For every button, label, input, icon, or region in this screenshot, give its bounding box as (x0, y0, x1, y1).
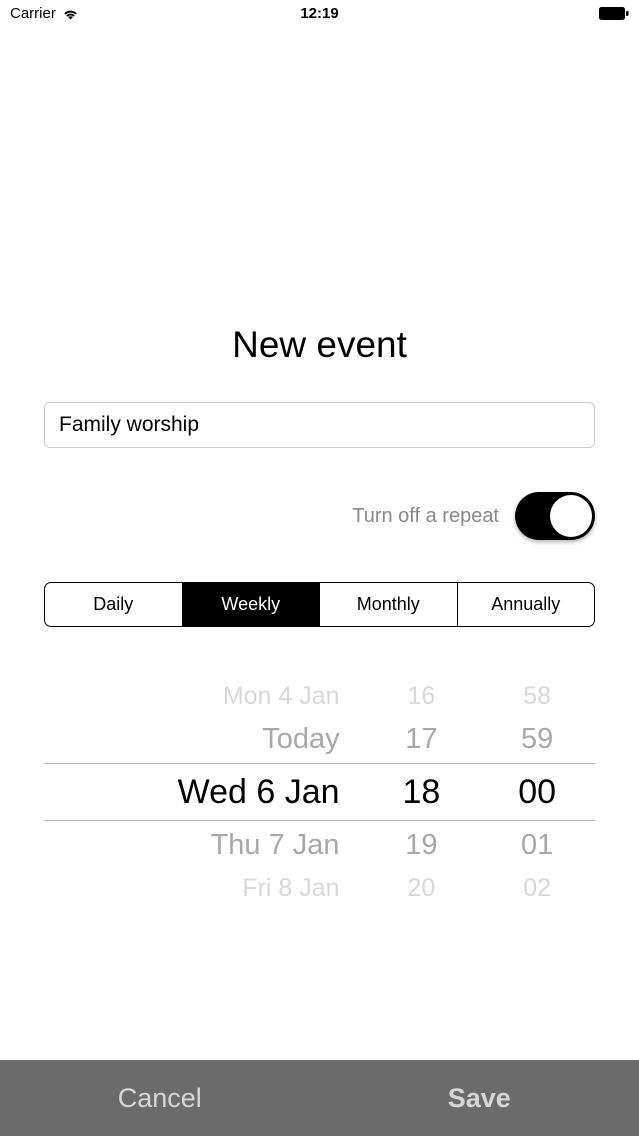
status-bar: Carrier 12:19 (0, 0, 639, 24)
wifi-icon (62, 7, 79, 20)
picker-row-selected: Wed 6 Jan 18 00 (44, 763, 595, 821)
picker-row: Fri 8 Jan 20 02 (44, 869, 595, 907)
save-button[interactable]: Save (320, 1060, 639, 1136)
picker-min: 01 (479, 829, 595, 862)
picker-hour: 18 (364, 773, 480, 812)
picker-date: Mon 4 Jan (44, 682, 364, 711)
picker-date: Wed 6 Jan (44, 773, 364, 812)
bottom-toolbar: Cancel Save (0, 1060, 639, 1136)
picker-date: Thu 7 Jan (44, 829, 364, 862)
battery-icon (599, 7, 629, 20)
picker-hour: 16 (364, 682, 480, 711)
picker-row: Mon 4 Jan 16 58 (44, 677, 595, 715)
picker-min: 02 (479, 874, 595, 903)
segment-daily[interactable]: Daily (45, 583, 183, 626)
picker-row: Thu 7 Jan 19 01 (44, 821, 595, 869)
clock: 12:19 (300, 5, 338, 22)
carrier-label: Carrier (10, 5, 56, 22)
picker-date: Today (44, 723, 364, 756)
toggle-knob (550, 495, 592, 537)
cancel-button[interactable]: Cancel (0, 1060, 320, 1136)
segment-monthly[interactable]: Monthly (320, 583, 458, 626)
event-name-input[interactable] (44, 402, 595, 448)
status-left: Carrier (10, 5, 79, 22)
picker-min: 00 (479, 773, 595, 812)
picker-hour: 20 (364, 874, 480, 903)
repeat-toggle[interactable] (515, 492, 595, 540)
page-title: New event (44, 324, 595, 366)
picker-hour: 17 (364, 723, 480, 756)
picker-min: 58 (479, 682, 595, 711)
picker-date: Fri 8 Jan (44, 874, 364, 903)
picker-hour: 19 (364, 829, 480, 862)
datetime-picker[interactable]: Mon 4 Jan 16 58 Today 17 59 Wed 6 Jan 18… (44, 677, 595, 877)
picker-min: 59 (479, 723, 595, 756)
segment-annually[interactable]: Annually (458, 583, 595, 626)
picker-row: Today 17 59 (44, 715, 595, 763)
status-right (599, 7, 629, 20)
repeat-label: Turn off a repeat (352, 505, 499, 528)
repeat-frequency-segmented: Daily Weekly Monthly Annually (44, 582, 595, 627)
segment-weekly[interactable]: Weekly (183, 583, 321, 626)
